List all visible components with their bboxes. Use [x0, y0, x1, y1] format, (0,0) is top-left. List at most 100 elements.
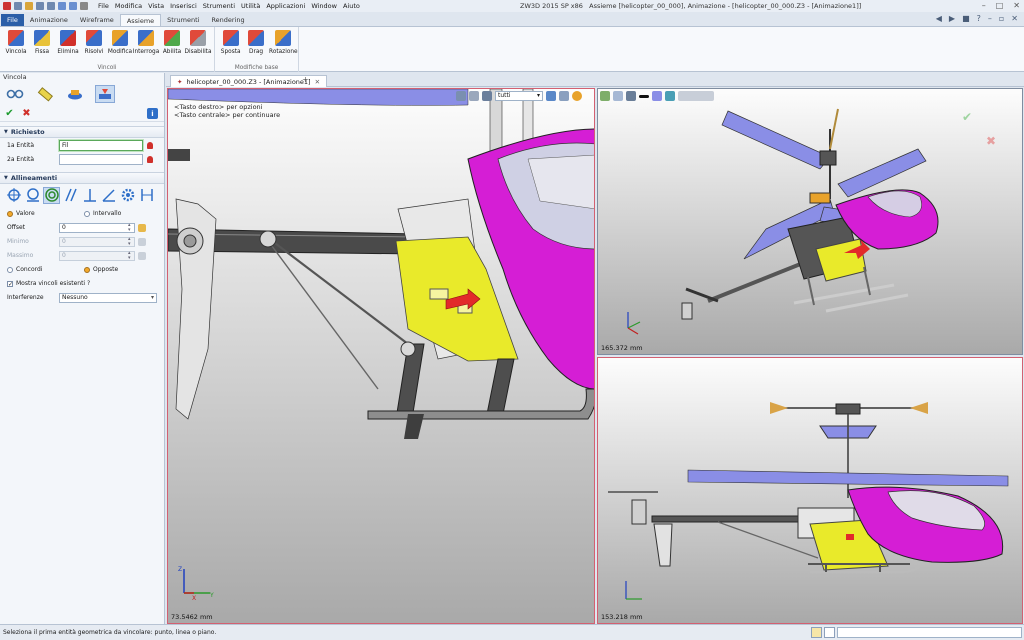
group-vincoli: Vincola Fissa Elimina Risolvi Modifica I… [0, 27, 215, 72]
parallel-icon[interactable] [62, 187, 79, 204]
help-icon[interactable]: ? [977, 14, 981, 23]
section-alignments[interactable]: ▼ Allineamenti [0, 172, 164, 184]
pin-icon[interactable] [456, 91, 466, 101]
filter-icon[interactable] [482, 91, 492, 101]
view-mode-icon[interactable] [559, 91, 569, 101]
main-viewport[interactable]: tutti <Tasto destro> per opzioni <Tasto … [167, 88, 595, 624]
rotazione-button[interactable]: Rotazione [269, 27, 298, 61]
glasses-icon[interactable] [5, 85, 25, 103]
vincola-button[interactable]: Vincola [3, 27, 29, 61]
panel-title: Vincola [3, 73, 27, 81]
risolvi-button[interactable]: Risolvi [81, 27, 107, 61]
ok-button[interactable]: ✔ [4, 108, 15, 119]
menu-inserisci[interactable]: Inserisci [170, 2, 197, 10]
concordi-radio[interactable] [7, 266, 13, 273]
section-required[interactable]: ▼ Richiesto [0, 126, 164, 138]
maximize-icon[interactable]: □ [996, 1, 1004, 10]
min-field[interactable]: 0 [59, 236, 135, 247]
angle-icon[interactable] [100, 187, 117, 204]
max-label: Massimo [7, 252, 34, 259]
interference-select[interactable]: Nessuno [59, 292, 157, 303]
tab-file[interactable]: File [1, 14, 24, 26]
filter-select[interactable]: tutti [495, 91, 543, 101]
offset-field[interactable]: 0 [59, 222, 135, 233]
pencil-icon[interactable] [469, 91, 479, 101]
save-as-icon[interactable] [47, 2, 55, 10]
pick-pin-icon[interactable] [147, 142, 153, 149]
app-logo-icon[interactable] [3, 2, 11, 10]
first-entity-field[interactable]: Fil [59, 140, 143, 151]
width-icon[interactable] [138, 187, 155, 204]
pick-pin-icon-2[interactable] [147, 156, 153, 163]
tab-strumenti[interactable]: Strumenti [161, 14, 205, 26]
menu-modifica[interactable]: Modifica [115, 2, 142, 10]
value-radio[interactable] [7, 210, 13, 217]
drag-button[interactable]: Drag [243, 27, 268, 61]
modifica-button[interactable]: Modifica [107, 27, 133, 61]
new-file-icon[interactable] [14, 2, 22, 10]
ribbon: Vincola Fissa Elimina Risolvi Modifica I… [0, 26, 1024, 72]
save-icon[interactable] [36, 2, 44, 10]
assembly-icon[interactable] [65, 85, 85, 103]
disabilita-button[interactable]: Disabilita [185, 27, 212, 61]
doc-tab-close-icon[interactable]: ✦ [177, 78, 182, 86]
second-entity-field[interactable] [59, 154, 143, 165]
abilita-button[interactable]: Abilita [159, 27, 185, 61]
menu-strumenti[interactable]: Strumenti [203, 2, 235, 10]
tangent-icon[interactable] [24, 187, 41, 204]
min-icon[interactable]: – [988, 14, 992, 23]
elimina-button[interactable]: Elimina [55, 27, 81, 61]
redo-icon[interactable] [69, 2, 77, 10]
command-input[interactable] [837, 627, 1022, 638]
back-icon[interactable]: ◀ [936, 14, 942, 23]
grid-toggle-icon[interactable] [811, 627, 822, 638]
menu-vista[interactable]: Vista [148, 2, 164, 10]
perpendicular-icon[interactable] [81, 187, 98, 204]
side-viewport[interactable]: 153.218 mm [597, 357, 1023, 624]
undo-icon[interactable] [58, 2, 66, 10]
cursor-icon[interactable] [80, 2, 88, 10]
open-folder-icon[interactable] [25, 2, 33, 10]
tab-rendering[interactable]: Rendering [205, 14, 250, 26]
menu-file[interactable]: File [98, 2, 109, 10]
forward-icon[interactable]: ▶ [949, 14, 955, 23]
menu-aiuto[interactable]: Aiuto [343, 2, 360, 10]
main-view-toolbar: tutti [456, 89, 582, 103]
snap-toggle-icon[interactable] [824, 627, 835, 638]
concordi-label: Concordi [16, 266, 43, 273]
close-icon[interactable]: ✕ [1013, 1, 1020, 10]
tab-animazione[interactable]: Animazione [24, 14, 74, 26]
menu-window[interactable]: Window [311, 2, 337, 10]
doc-tab-x-icon[interactable]: ✕ [315, 78, 320, 86]
show-existing-checkbox[interactable]: ✓ [7, 280, 13, 287]
constraint-mode-icon[interactable] [95, 85, 115, 103]
opposte-radio[interactable] [84, 266, 90, 273]
new-tab-icon[interactable]: + [302, 75, 309, 84]
restore-icon[interactable]: ▫ [999, 14, 1004, 23]
gear-icon[interactable] [119, 187, 136, 204]
sposta-button[interactable]: Sposta [218, 27, 243, 61]
minimize-icon[interactable]: – [982, 1, 986, 10]
cube-icon[interactable]: ■ [962, 14, 970, 23]
fissa-button[interactable]: Fissa [29, 27, 55, 61]
info-icon[interactable]: i [147, 108, 158, 119]
ribbon-tabs: File Animazione Wireframe Assieme Strume… [0, 12, 1024, 26]
interval-radio[interactable] [84, 210, 90, 217]
svg-text:Z: Z [178, 566, 182, 573]
menu-applicazioni[interactable]: Applicazioni [266, 2, 305, 10]
interroga-button[interactable]: Interroga [133, 27, 159, 61]
close-doc-icon[interactable]: ✕ [1011, 14, 1018, 23]
offset-pick-icon[interactable] [138, 223, 146, 232]
max-field[interactable]: 0 [59, 250, 135, 261]
ruler-icon[interactable] [35, 85, 55, 103]
concentric-icon[interactable] [43, 186, 60, 204]
menu-utilita[interactable]: Utilità [241, 2, 260, 10]
coincident-icon[interactable] [5, 187, 22, 204]
offset-row: Offset 0 [0, 221, 164, 234]
cancel-button[interactable]: ✖ [21, 108, 32, 119]
view-cube-icon[interactable] [546, 91, 556, 101]
color-picker-icon[interactable] [572, 91, 582, 101]
tab-assieme[interactable]: Assieme [119, 14, 162, 26]
tab-wireframe[interactable]: Wireframe [74, 14, 120, 26]
iso-viewport[interactable]: ✔ ✖ 165.372 mm [597, 88, 1023, 355]
